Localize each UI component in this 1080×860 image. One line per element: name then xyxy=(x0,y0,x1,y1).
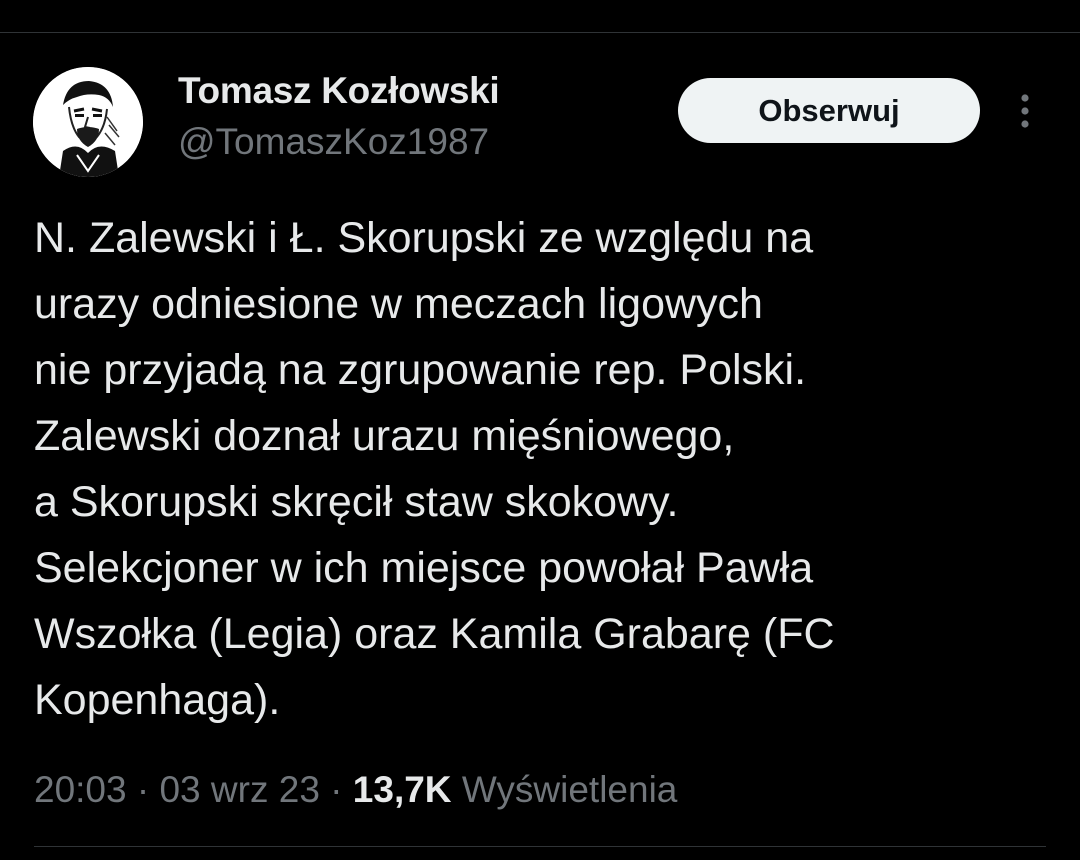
author-handle[interactable]: @TomaszKoz1987 xyxy=(178,121,489,163)
meta-separator: · xyxy=(126,769,160,810)
follow-button[interactable]: Obserwuj xyxy=(678,78,980,143)
tweet-line: Kopenhaga). xyxy=(34,676,281,724)
views-count: 13,7K xyxy=(352,769,452,810)
bottom-divider xyxy=(34,846,1046,847)
tweet-line: Wszołka (Legia) oraz Kamila Grabarę (FC xyxy=(34,610,835,658)
author-name[interactable]: Tomasz Kozłowski xyxy=(178,70,500,112)
meta-separator: · xyxy=(319,769,353,810)
tweet-line: urazy odniesione w meczach ligowych xyxy=(34,280,763,328)
author-avatar[interactable] xyxy=(33,67,143,177)
more-options-button[interactable] xyxy=(1005,88,1045,134)
tweet-line: Zalewski doznał urazu mięśniowego, xyxy=(34,412,735,460)
tweet-time[interactable]: 20:03 xyxy=(34,769,127,810)
more-vertical-icon xyxy=(1021,94,1029,128)
tweet-line: N. Zalewski i Ł. Skorupski ze względu na xyxy=(34,214,814,262)
top-divider xyxy=(0,32,1080,33)
tweet-text: N. Zalewski i Ł. Skorupski ze względu na… xyxy=(34,205,1054,733)
portrait-sketch-avatar-icon xyxy=(33,67,143,177)
tweet-date[interactable]: 03 wrz 23 xyxy=(159,769,319,810)
tweet-line: a Skorupski skręcił staw skokowy. xyxy=(34,478,679,526)
views-label: Wyświetlenia xyxy=(461,769,678,810)
tweet-meta: 20:03 · 03 wrz 23 · 13,7K Wyświetlenia xyxy=(34,768,677,812)
tweet-line: nie przyjadą na zgrupowanie rep. Polski. xyxy=(34,346,807,394)
tweet-line: Selekcjoner w ich miejsce powołał Pawła xyxy=(34,544,814,592)
